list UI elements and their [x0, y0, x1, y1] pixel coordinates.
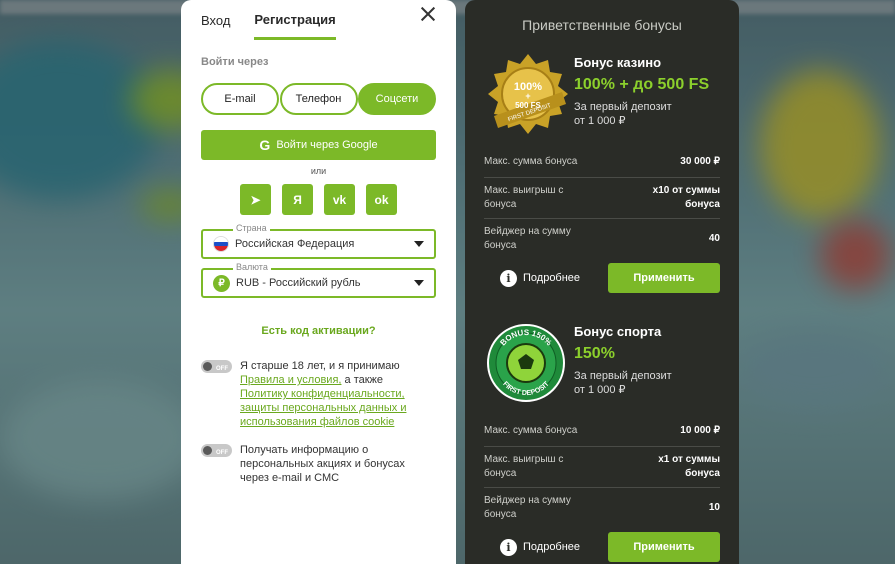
sport-apply-button[interactable]: Применить	[608, 532, 720, 562]
russia-flag-icon	[213, 236, 229, 252]
tab-login[interactable]: Вход	[201, 13, 230, 40]
method-social-button[interactable]: Соцсети	[358, 83, 436, 115]
chevron-down-icon	[414, 241, 424, 247]
sport-bonus-condition-line2: от 1 000 ₽	[574, 384, 626, 396]
info-icon: i	[500, 538, 517, 556]
terms-prefix: Я старше 18 лет, и я принимаю	[240, 360, 400, 372]
method-email-button[interactable]: E-mail	[201, 83, 279, 115]
casino-more-button[interactable]: i Подробнее	[500, 269, 581, 287]
currency-label: Валюта	[233, 262, 271, 272]
or-divider: или	[310, 166, 327, 176]
google-login-label: Войти через Google	[276, 139, 378, 151]
chevron-down-icon	[414, 280, 424, 286]
telegram-icon[interactable]: ➤	[240, 184, 271, 215]
newsletter-agreement: OFF Получать информацию о персональных а…	[201, 443, 436, 485]
casino-bonus-condition-line2: от 1 000 ₽	[574, 115, 626, 127]
country-value: Российская Федерация	[235, 238, 355, 250]
bonus-row-key: Вейджер на сумму бонуса	[484, 226, 571, 251]
casino-bonus-condition-line1: За первый депозит	[574, 101, 672, 113]
terms-agreement: OFF Я старше 18 лет, и я принимаю Правил…	[201, 359, 436, 429]
casino-bonus-card: 100% + 500 FS FIRST DEPOSIT Бонус казино…	[484, 52, 720, 293]
sport-more-label: Подробнее	[523, 541, 581, 553]
privacy-policy-link[interactable]: Политику конфиденциальности, защиты перс…	[240, 388, 406, 428]
toggle-knob	[203, 362, 212, 371]
currency-value: RUB - Российский рубль	[236, 277, 361, 289]
bonus-row-value: 30 000 ₽	[680, 156, 720, 167]
bonus-row-value: x10 от суммы бонуса	[652, 185, 720, 210]
bonus-row: Вейджер на сумму бонуса 40	[484, 219, 720, 259]
login-via-label: Войти через	[201, 56, 269, 68]
casino-bonus-amount: 100% + до 500 FS	[574, 76, 710, 93]
bonus-row-value: 10	[708, 502, 720, 513]
sport-bonus-condition-line1: За первый депозит	[574, 370, 672, 382]
newsletter-toggle[interactable]: OFF	[201, 444, 232, 457]
sport-bonus-amount: 150%	[574, 345, 615, 362]
bonus-row-key: Макс. сумма бонуса	[484, 156, 578, 167]
sport-bonus-actions: i Подробнее Применить	[484, 532, 720, 562]
casino-bonus-title: Бонус казино	[574, 55, 662, 70]
close-icon[interactable]	[420, 6, 436, 22]
google-login-button[interactable]: G Войти через Google	[201, 130, 436, 160]
casino-more-label: Подробнее	[523, 272, 581, 284]
bonus-row-key: Макс. выигрыш с бонуса	[484, 454, 564, 479]
bonus-heading: Приветственные бонусы	[522, 17, 682, 33]
bonus-row-value: x1 от суммы бонуса	[658, 454, 720, 479]
toggle-off-label: OFF	[216, 366, 228, 372]
registration-panel: Вход Регистрация Войти через E-mail Теле…	[181, 0, 456, 564]
vk-icon[interactable]: vk	[324, 184, 355, 215]
bonus-row: Макс. выигрыш с бонуса x1 от суммы бонус…	[484, 447, 720, 488]
toggle-knob	[203, 446, 212, 455]
welcome-bonus-panel: Приветственные бонусы 100% + 500 FS FIRS…	[465, 0, 739, 564]
google-icon: G	[259, 137, 271, 153]
bonus-row: Макс. сумма бонуса 30 000 ₽	[484, 147, 720, 178]
auth-tabs: Вход Регистрация	[201, 0, 436, 40]
activation-code-link[interactable]: Есть код активации?	[201, 325, 436, 337]
rules-link[interactable]: Правила и условия,	[240, 374, 341, 386]
odnoklassniki-icon[interactable]: ok	[366, 184, 397, 215]
bonus-row-key: Макс. выигрыш с бонуса	[484, 185, 564, 210]
newsletter-text: Получать информацию о персональных акция…	[240, 444, 405, 484]
casino-badge-line2: +	[525, 91, 530, 101]
casino-bonus-actions: i Подробнее Применить	[484, 263, 720, 293]
casino-bonus-badge-icon: 100% + 500 FS FIRST DEPOSIT	[484, 52, 572, 137]
country-label: Страна	[233, 223, 270, 233]
social-buttons: ➤ Я vk ok	[201, 184, 436, 215]
sport-bonus-title: Бонус спорта	[574, 324, 662, 339]
toggle-off-label: OFF	[216, 450, 228, 456]
method-switch: E-mail Телефон Соцсети	[201, 83, 436, 115]
sport-more-button[interactable]: i Подробнее	[500, 538, 581, 556]
terms-toggle[interactable]: OFF	[201, 360, 232, 373]
bonus-row: Макс. сумма бонуса 10 000 ₽	[484, 416, 720, 447]
bonus-row-key: Макс. сумма бонуса	[484, 425, 578, 436]
bonus-row-key: Вейджер на сумму бонуса	[484, 495, 571, 520]
sport-bonus-condition: За первый депозит от 1 000 ₽	[574, 369, 672, 397]
currency-select[interactable]: Валюта ₽ RUB - Российский рубль	[201, 262, 436, 298]
casino-bonus-condition: За первый депозит от 1 000 ₽	[574, 100, 709, 128]
bonus-row-value: 10 000 ₽	[680, 425, 720, 436]
terms-text: Я старше 18 лет, и я принимаю Правила и …	[240, 359, 436, 429]
bonus-row: Вейджер на сумму бонуса 10	[484, 488, 720, 528]
yandex-icon[interactable]: Я	[282, 184, 313, 215]
bonus-row: Макс. выигрыш с бонуса x10 от суммы бону…	[484, 178, 720, 219]
tab-register[interactable]: Регистрация	[254, 12, 336, 40]
sport-bonus-card: BONUS 150% FIRST DEPOSIT Бонус спорта 15…	[484, 321, 720, 562]
method-phone-button[interactable]: Телефон	[279, 83, 358, 115]
bonus-row-value: 40	[708, 233, 720, 244]
casino-apply-button[interactable]: Применить	[608, 263, 720, 293]
country-select[interactable]: Страна Российская Федерация	[201, 223, 436, 259]
ruble-icon: ₽	[213, 274, 230, 292]
sport-bonus-badge-icon: BONUS 150% FIRST DEPOSIT	[484, 321, 572, 406]
terms-mid: а также	[341, 374, 384, 386]
info-icon: i	[500, 269, 517, 287]
